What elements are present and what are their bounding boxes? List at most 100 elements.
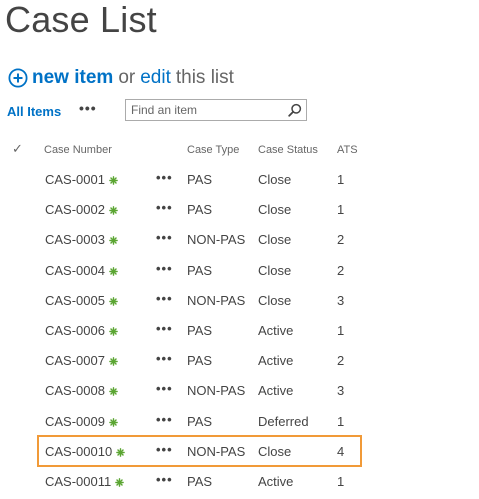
new-item-asterisk-icon	[115, 475, 125, 487]
case-number-cell: CAS-00010	[45, 444, 126, 459]
new-item-asterisk-icon	[109, 233, 118, 246]
case-number-cell: CAS-0009	[45, 414, 118, 429]
case-status-cell: Close	[258, 202, 292, 218]
table-row[interactable]: CAS-0002 ••• PAS Close 1	[0, 194, 479, 224]
row-menu-button[interactable]: •••	[156, 200, 173, 215]
case-status-cell: Close	[258, 232, 292, 248]
ats-cell: 1	[337, 202, 345, 218]
case-number-link[interactable]: CAS-0002	[45, 202, 105, 217]
row-menu-button[interactable]: •••	[156, 351, 173, 366]
row-menu-button[interactable]: •••	[156, 291, 173, 306]
case-number-link[interactable]: CAS-0009	[45, 414, 105, 429]
column-header-ats[interactable]: ATS	[337, 144, 358, 156]
ats-cell: 1	[337, 413, 345, 429]
case-number-cell: CAS-0008	[45, 383, 118, 398]
ats-cell: 2	[337, 262, 345, 278]
table-row[interactable]: CAS-0001 ••• PAS Close 1	[0, 164, 479, 194]
case-number-link[interactable]: CAS-0005	[45, 293, 105, 308]
more-views-button[interactable]: •••	[79, 100, 97, 116]
case-type-cell: PAS	[187, 262, 213, 278]
case-number-link[interactable]: CAS-0007	[45, 353, 105, 368]
new-item-asterisk-icon	[116, 445, 126, 457]
row-menu-button[interactable]: •••	[156, 442, 173, 457]
table-row[interactable]: CAS-00011 ••• PAS Active 1	[0, 466, 479, 496]
ats-cell: 4	[337, 443, 345, 459]
ats-cell: 1	[337, 474, 345, 489]
case-number-cell: CAS-0007	[45, 353, 118, 368]
case-type-cell: PAS	[187, 202, 213, 218]
ats-cell: 1	[337, 323, 345, 338]
new-item-asterisk-icon	[109, 354, 118, 367]
row-menu-button[interactable]: •••	[156, 230, 173, 245]
case-type-cell: NON-PAS	[187, 383, 246, 399]
table-row[interactable]: CAS-0005 ••• NON-PAS Close 3	[0, 285, 479, 315]
view-all-items-tab[interactable]: All Items	[7, 104, 61, 119]
case-number-link[interactable]: CAS-0008	[45, 383, 105, 398]
case-status-cell: Active	[258, 323, 294, 338]
table-row[interactable]: CAS-0007 ••• PAS Active 2	[0, 345, 479, 375]
row-menu-button[interactable]: •••	[156, 412, 173, 427]
row-menu-button[interactable]: •••	[156, 170, 173, 185]
case-number-link[interactable]: CAS-00010	[45, 444, 112, 459]
case-type-cell: PAS	[187, 172, 213, 187]
case-type-cell: PAS	[187, 353, 213, 369]
add-circle-icon[interactable]	[8, 68, 28, 88]
case-type-cell: PAS	[187, 474, 213, 489]
table-row[interactable]: CAS-0006 ••• PAS Active 1	[0, 315, 479, 345]
case-list-page: Case List new item or edit this list All…	[0, 0, 479, 499]
case-status-cell: Active	[258, 383, 294, 399]
case-number-link[interactable]: CAS-00011	[45, 474, 111, 489]
case-number-cell: CAS-0005	[45, 293, 118, 308]
search-icon[interactable]	[288, 103, 302, 117]
column-header-case-type[interactable]: Case Type	[187, 144, 239, 156]
ats-cell: 3	[337, 383, 345, 399]
case-status-cell: Close	[258, 443, 292, 459]
ats-cell: 3	[337, 292, 345, 308]
case-number-link[interactable]: CAS-0004	[45, 263, 105, 278]
case-number-cell: CAS-0006	[45, 323, 118, 338]
row-menu-button[interactable]: •••	[156, 381, 173, 396]
table-row[interactable]: CAS-0009 ••• PAS Deferred 1	[0, 406, 479, 436]
row-menu-button[interactable]: •••	[156, 321, 173, 336]
case-number-cell: CAS-0002	[45, 202, 118, 217]
new-item-bar: new item or edit this list	[8, 66, 234, 90]
column-header-row: ✓ Case Number Case Type Case Status ATS	[0, 140, 479, 160]
select-all-checkmark-icon[interactable]: ✓	[12, 141, 23, 157]
case-number-link[interactable]: CAS-0006	[45, 323, 105, 338]
row-menu-button[interactable]: •••	[156, 472, 173, 487]
new-item-asterisk-icon	[109, 324, 118, 336]
ats-cell: 1	[337, 172, 345, 187]
column-header-case-status[interactable]: Case Status	[258, 144, 318, 156]
case-number-link[interactable]: CAS-0001	[45, 172, 105, 187]
case-status-cell: Deferred	[258, 413, 309, 429]
case-number-cell: CAS-00011	[45, 474, 125, 489]
table-row[interactable]: CAS-0003 ••• NON-PAS Close 2	[0, 224, 479, 254]
table-row[interactable]: CAS-0008 ••• NON-PAS Active 3	[0, 375, 479, 405]
new-item-asterisk-icon	[109, 415, 118, 427]
new-item-asterisk-icon	[109, 173, 118, 185]
search-box	[125, 99, 307, 121]
case-type-cell: PAS	[187, 413, 213, 429]
this-list-text: this list	[175, 67, 234, 88]
case-number-cell: CAS-0004	[45, 263, 118, 278]
new-item-link[interactable]: new item	[32, 67, 113, 89]
table-row[interactable]: CAS-0004 ••• PAS Close 2	[0, 255, 479, 285]
case-type-cell: NON-PAS	[187, 443, 246, 459]
edit-list-link[interactable]: edit	[140, 67, 171, 89]
case-type-cell: NON-PAS	[187, 232, 246, 248]
ats-cell: 2	[337, 232, 345, 248]
case-number-link[interactable]: CAS-0003	[45, 232, 105, 247]
search-input[interactable]	[126, 100, 286, 120]
or-text: or	[118, 67, 136, 88]
case-status-cell: Active	[258, 474, 294, 489]
table-row[interactable]: CAS-00010 ••• NON-PAS Close 4	[0, 436, 479, 466]
page-title: Case List	[5, 0, 157, 40]
case-type-cell: NON-PAS	[187, 292, 246, 308]
case-status-cell: Close	[258, 172, 292, 187]
case-status-cell: Close	[258, 262, 292, 278]
new-item-asterisk-icon	[109, 203, 118, 216]
ats-cell: 2	[337, 353, 345, 369]
column-header-case-number[interactable]: Case Number	[44, 144, 112, 156]
case-number-cell: CAS-0003	[45, 232, 118, 247]
row-menu-button[interactable]: •••	[156, 261, 173, 276]
